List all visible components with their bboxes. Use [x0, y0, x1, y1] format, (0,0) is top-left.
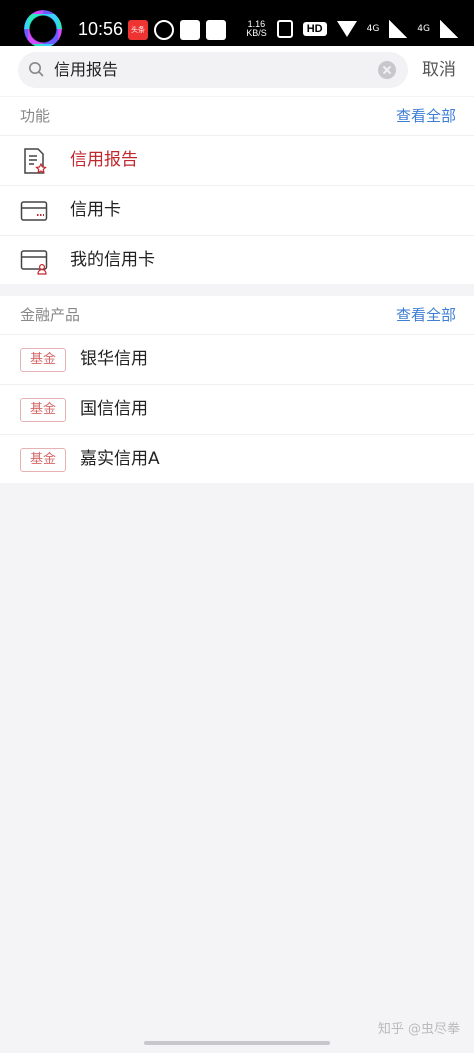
status-indicators: 1.16 KB/S HD 4G 4G — [246, 18, 458, 40]
products-section: 金融产品 查看全部 基金 银华信用 基金 国信信用 基金 嘉实信用A — [0, 296, 474, 483]
signal-icon-2 — [440, 20, 458, 38]
view-all-link[interactable]: 查看全部 — [396, 306, 456, 324]
nfc-icon — [276, 20, 293, 38]
credit-card-icon — [20, 201, 48, 221]
fund-tag: 基金 — [20, 398, 66, 422]
home-indicator[interactable] — [144, 1041, 330, 1045]
search-header: 信用报告 取消 — [0, 46, 474, 96]
net-type-2: 4G — [417, 24, 430, 34]
section-title: 功能 — [20, 107, 51, 125]
watermark: 知乎 @虫尽拳 — [377, 1022, 460, 1037]
list-item-my-credit-card[interactable]: 我的信用卡 — [0, 235, 474, 285]
clear-icon[interactable] — [378, 61, 396, 79]
products-header: 金融产品 查看全部 — [0, 296, 474, 334]
product-name: 国信信用 — [80, 399, 148, 419]
functions-header: 功能 查看全部 — [0, 97, 474, 135]
fund-tag: 基金 — [20, 348, 66, 372]
search-input[interactable]: 信用报告 — [18, 52, 408, 88]
status-bar: 10:56 头条 1.16 KB/S HD 4G 4G — [0, 0, 474, 48]
wifi-icon — [336, 21, 357, 37]
browser-app-icon — [180, 20, 200, 40]
fund-tag: 基金 — [20, 448, 66, 472]
toutiao-app-icon: 头条 — [128, 20, 148, 40]
list-item-label: 信用报告 — [70, 150, 138, 170]
baidu-app-icon — [206, 20, 226, 40]
product-name: 银华信用 — [80, 349, 148, 369]
list-item-label: 我的信用卡 — [70, 250, 155, 270]
section-title: 金融产品 — [20, 306, 81, 324]
cancel-button[interactable]: 取消 — [422, 60, 456, 80]
search-query[interactable]: 信用报告 — [54, 60, 118, 80]
list-item-product[interactable]: 基金 银华信用 — [0, 334, 474, 384]
list-item-credit-card[interactable]: 信用卡 — [0, 185, 474, 235]
view-all-link[interactable]: 查看全部 — [396, 107, 456, 125]
list-item-product[interactable]: 基金 嘉实信用A — [0, 434, 474, 484]
activity-ring-icon — [24, 10, 62, 48]
list-item-label: 信用卡 — [70, 200, 121, 220]
signal-icon — [389, 20, 408, 38]
net-type-1: 4G — [366, 24, 380, 34]
list-item-credit-report[interactable]: 信用报告 — [0, 135, 474, 185]
functions-section: 功能 查看全部 信用报告 信用卡 我的信用卡 — [0, 97, 474, 284]
app-notification-icon — [154, 20, 174, 40]
hd-voice-badge: HD — [302, 22, 327, 36]
credit-report-icon — [24, 148, 47, 174]
clock: 10:56 — [78, 19, 124, 39]
my-credit-card-icon — [20, 250, 48, 275]
list-item-product[interactable]: 基金 国信信用 — [0, 384, 474, 434]
network-speed: 1.16 KB/S — [246, 19, 267, 38]
product-name: 嘉实信用A — [80, 449, 160, 469]
search-icon — [29, 62, 44, 77]
